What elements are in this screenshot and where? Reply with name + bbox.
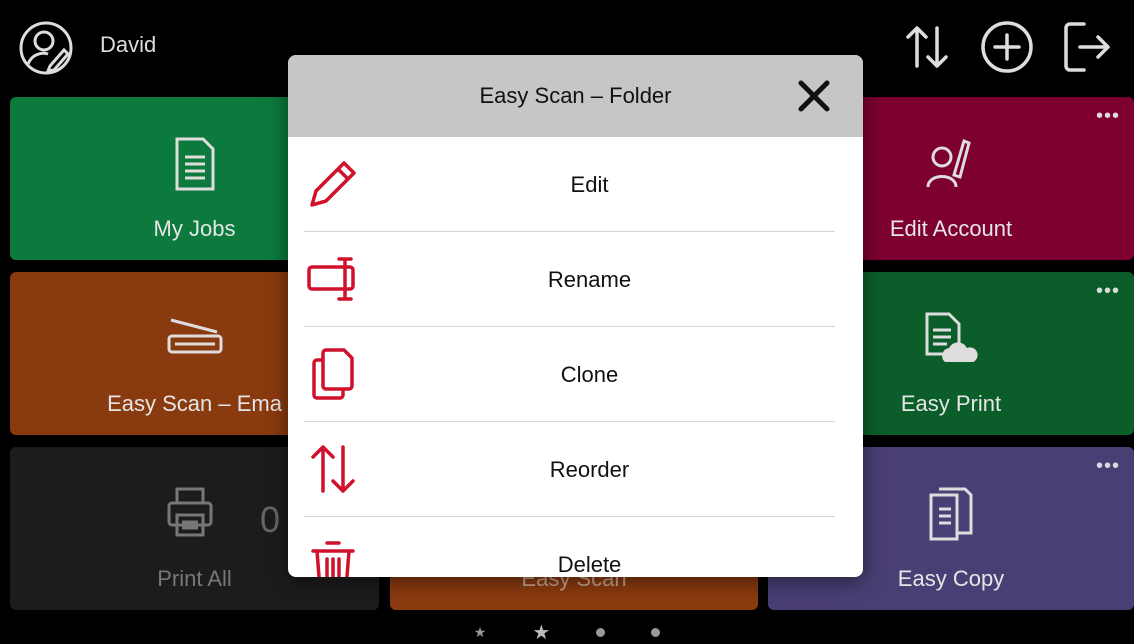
menu-item-label: Reorder bbox=[549, 457, 630, 482]
page-dot[interactable] bbox=[596, 627, 606, 637]
menu-item-rename[interactable]: Rename bbox=[304, 232, 835, 327]
menu-item-reorder[interactable]: Reorder bbox=[304, 422, 835, 517]
cloud-document-icon bbox=[923, 310, 979, 375]
dialog-header: Easy Scan – Folder bbox=[288, 55, 863, 137]
menu-item-label: Edit bbox=[570, 172, 609, 197]
scanner-icon bbox=[165, 310, 225, 365]
more-options-icon[interactable]: ••• bbox=[1096, 280, 1120, 303]
logout-icon[interactable] bbox=[1058, 18, 1116, 76]
dialog-title: Easy Scan – Folder bbox=[479, 83, 672, 108]
menu-item-delete[interactable]: Delete bbox=[304, 517, 835, 577]
account-edit-icon bbox=[924, 135, 972, 198]
dialog-menu: Edit Rename Clone Reorder Delete bbox=[288, 137, 863, 577]
add-icon[interactable] bbox=[978, 18, 1036, 76]
menu-item-label: Rename bbox=[547, 267, 632, 292]
printer-icon bbox=[165, 485, 215, 544]
copy-document-icon bbox=[927, 485, 975, 548]
document-icon bbox=[173, 135, 217, 198]
page-star-icon[interactable]: ★ bbox=[474, 624, 487, 641]
page-star-active-icon[interactable]: ★ bbox=[532, 620, 550, 644]
job-count: 0 bbox=[260, 499, 281, 540]
menu-item-clone[interactable]: Clone bbox=[304, 327, 835, 422]
more-options-icon[interactable]: ••• bbox=[1096, 105, 1120, 128]
more-options-icon[interactable]: ••• bbox=[1096, 455, 1120, 478]
menu-item-label: Delete bbox=[557, 552, 622, 577]
folder-options-dialog: Easy Scan – Folder Edit Rename Clone Reo… bbox=[288, 55, 863, 577]
page-indicator: ★ ★ bbox=[0, 620, 1134, 644]
menu-item-label: Clone bbox=[560, 362, 619, 387]
close-icon[interactable] bbox=[795, 77, 833, 115]
sort-icon[interactable] bbox=[898, 18, 956, 76]
username: David bbox=[100, 32, 157, 57]
user-edit-icon[interactable] bbox=[18, 20, 74, 76]
menu-item-edit[interactable]: Edit bbox=[304, 137, 835, 232]
page-dot[interactable] bbox=[651, 627, 661, 637]
